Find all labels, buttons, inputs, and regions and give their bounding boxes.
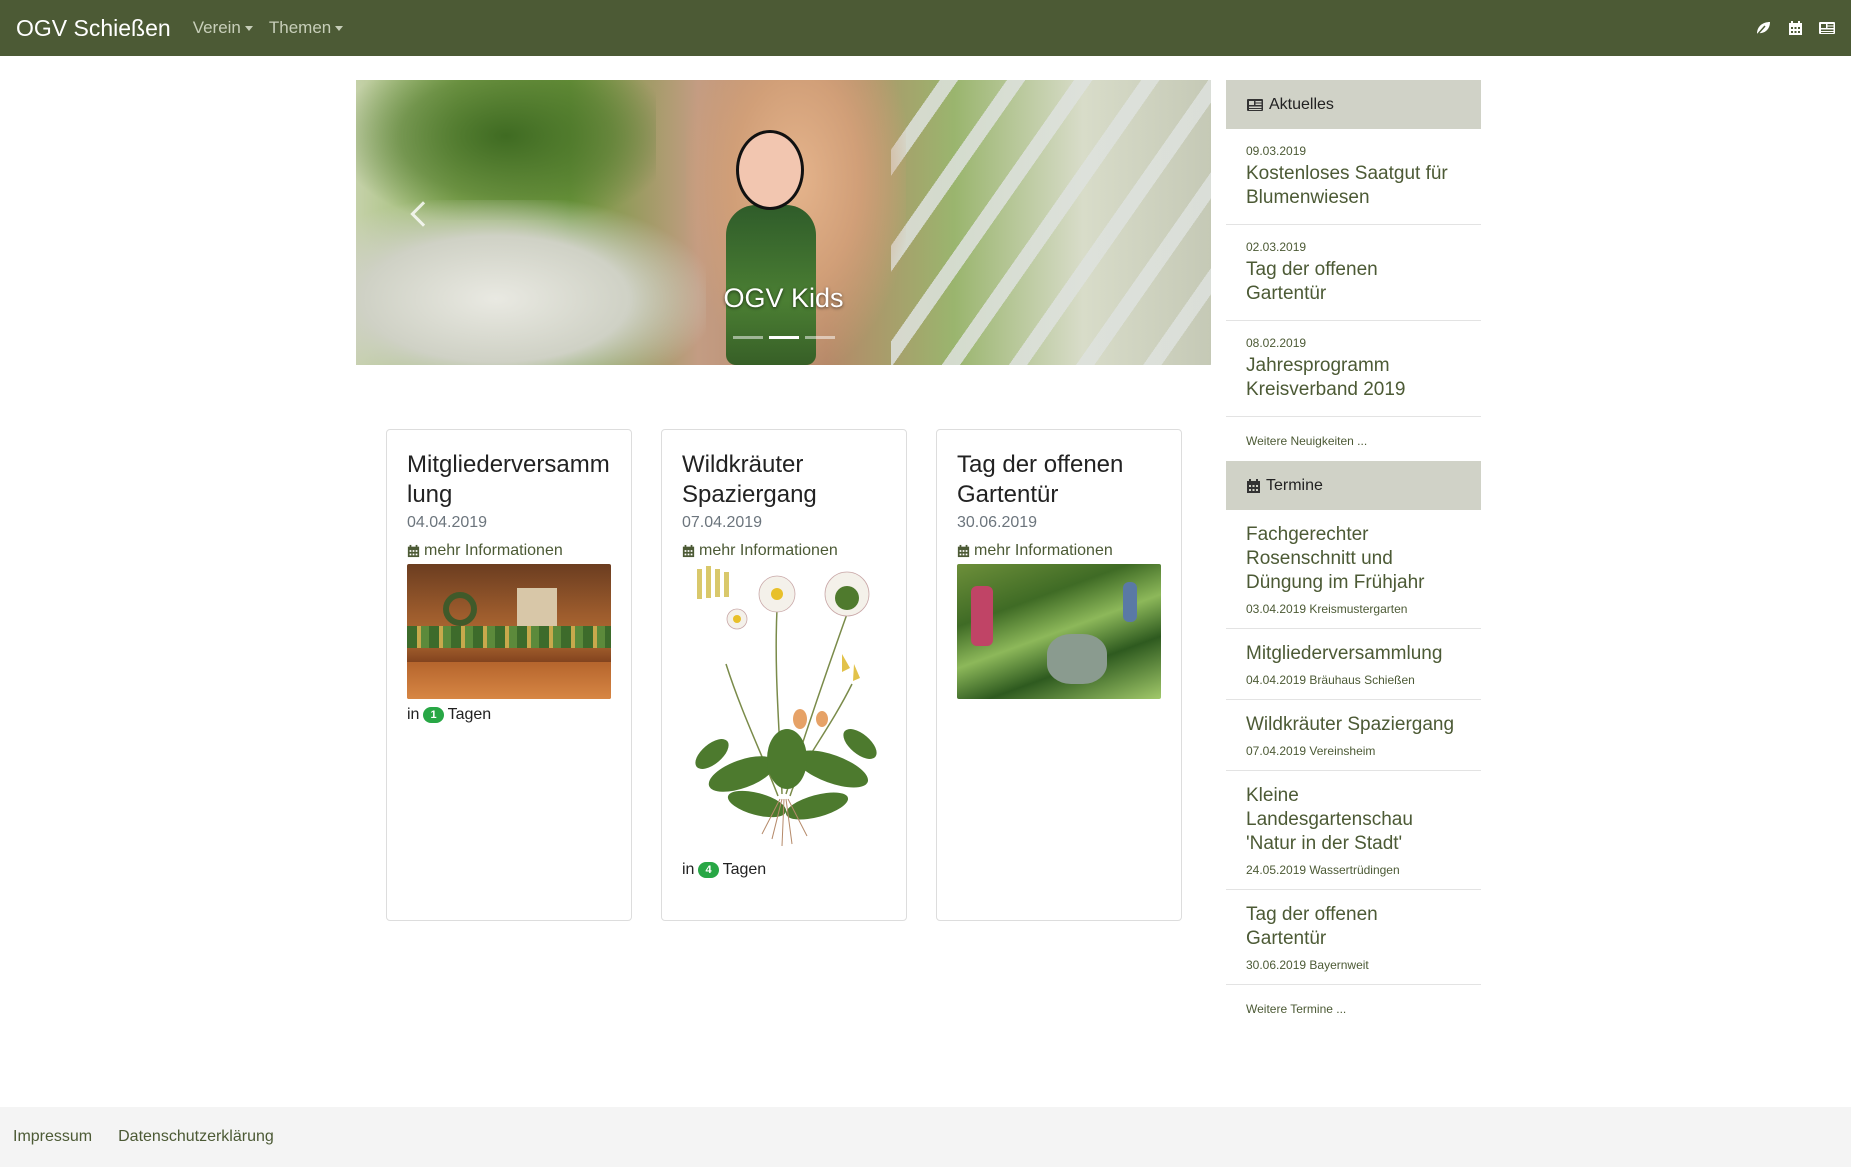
event-item[interactable]: Wildkräuter Spaziergang 07.04.2019 Verei… (1226, 700, 1481, 771)
news-date: 02.03.2019 (1246, 240, 1307, 254)
nav-menu: Verein Themen (193, 18, 360, 38)
news-heading-label: Aktuelles (1269, 95, 1334, 113)
more-info-link[interactable]: mehr Informationen (957, 542, 1161, 560)
carousel-image-foliage (356, 80, 656, 220)
event-item[interactable]: Fachgerechter Rosenschnitt und Düngung i… (1226, 510, 1481, 629)
event-card: Mitgliederversammlung 04.04.2019 mehr In… (386, 429, 632, 921)
calendar-icon (1247, 478, 1260, 493)
carousel-image-doll-head (736, 130, 804, 210)
calendar-icon (957, 544, 970, 558)
nav-dropdown-themen[interactable]: Themen (268, 18, 344, 38)
card-date: 30.06.2019 (957, 514, 1038, 531)
nav-dropdown-label: Verein (192, 18, 241, 37)
more-info-link[interactable]: mehr Informationen (407, 542, 611, 560)
days-prefix: in (682, 861, 695, 878)
pond-shape (1047, 634, 1107, 684)
event-title: Kleine Landesgartenschau 'Natur in der S… (1246, 785, 1413, 854)
days-remaining: in 4 Tagen (682, 861, 886, 879)
carousel-indicator-active[interactable] (768, 336, 799, 339)
calendar-icon[interactable] (1779, 20, 1811, 36)
card-title: Mitgliederversammlung (407, 451, 610, 508)
newspaper-icon (1247, 98, 1263, 111)
nav-dropdown-verein[interactable]: Verein (193, 18, 253, 38)
leaf-icon[interactable] (1747, 20, 1779, 36)
news-title: Tag der offenen Gartentür (1246, 259, 1378, 304)
event-title: Fachgerechter Rosenschnitt und Düngung i… (1246, 524, 1425, 593)
calendar-icon (682, 544, 695, 558)
nav-icon-group (1747, 0, 1843, 56)
more-info-link[interactable]: mehr Informationen (682, 542, 886, 560)
events-heading: Termine (1226, 461, 1481, 510)
news-title: Kostenloses Saatgut für Blumenwiesen (1246, 163, 1448, 208)
card-image-hall[interactable] (407, 564, 611, 699)
news-item[interactable]: 09.03.2019 Kostenloses Saatgut für Blume… (1226, 129, 1481, 225)
event-card: Tag der offenen Gartentür 30.06.2019 meh… (936, 429, 1182, 921)
event-meta: 07.04.2019 Vereinsheim (1246, 744, 1376, 758)
carousel-indicators (356, 336, 1211, 339)
card-image-daisy-illustration[interactable] (682, 564, 886, 854)
days-remaining: in 1 Tagen (407, 706, 611, 724)
person-shape (971, 586, 993, 646)
carousel-caption: OGV Kids (723, 283, 844, 313)
brand-link[interactable]: OGV Schießen (16, 15, 171, 42)
days-badge: 4 (698, 862, 719, 878)
card-title: Tag der offenen Gartentür (957, 451, 1124, 508)
hero-carousel[interactable]: OGV Kids (356, 80, 1211, 365)
carousel-indicator[interactable] (732, 336, 763, 339)
more-info-label: mehr Informationen (974, 542, 1113, 559)
news-title: Jahresprogramm Kreisverband 2019 (1246, 355, 1406, 400)
more-news-link[interactable]: Weitere Neuigkeiten ... (1226, 417, 1481, 461)
footer: Impressum Datenschutzerklärung (0, 1107, 1851, 1167)
event-item[interactable]: Kleine Landesgartenschau 'Natur in der S… (1226, 771, 1481, 890)
more-info-label: mehr Informationen (424, 542, 563, 559)
more-info-label: mehr Informationen (699, 542, 838, 559)
carousel-image-slide (891, 80, 1211, 365)
card-date: 04.04.2019 (407, 514, 488, 531)
event-item[interactable]: Tag der offenen Gartentür 30.06.2019 Bay… (1226, 890, 1481, 985)
days-prefix: in (407, 706, 420, 723)
event-card: Wildkräuter Spaziergang 07.04.2019 mehr … (661, 429, 907, 921)
nav-dropdown-label: Themen (268, 18, 332, 37)
news-item[interactable]: 08.02.2019 Jahresprogramm Kreisverband 2… (1226, 321, 1481, 417)
days-suffix: Tagen (722, 861, 767, 878)
impressum-link[interactable]: Impressum (13, 1128, 92, 1146)
carousel-indicator[interactable] (804, 336, 835, 339)
newspaper-icon[interactable] (1811, 21, 1843, 35)
wreath-shape (443, 592, 477, 626)
days-badge: 1 (423, 707, 444, 723)
sidebar: Aktuelles 09.03.2019 Kostenloses Saatgut… (1226, 80, 1481, 1016)
person-shape (1123, 582, 1137, 622)
more-events-link[interactable]: Weitere Termine ... (1226, 985, 1481, 1016)
event-title: Tag der offenen Gartentür (1246, 904, 1378, 949)
card-image-garden[interactable] (957, 564, 1161, 699)
calendar-icon (407, 544, 420, 558)
event-meta: 03.04.2019 Kreismustergarten (1246, 602, 1408, 616)
news-item[interactable]: 02.03.2019 Tag der offenen Gartentür (1226, 225, 1481, 321)
event-meta: 24.05.2019 Wassertrüdingen (1246, 863, 1400, 877)
news-date: 08.02.2019 (1246, 336, 1307, 350)
privacy-link[interactable]: Datenschutzerklärung (118, 1128, 274, 1146)
event-meta: 04.04.2019 Bräuhaus Schießen (1246, 673, 1415, 687)
card-date: 07.04.2019 (682, 514, 763, 531)
days-suffix: Tagen (447, 706, 492, 723)
event-title: Wildkräuter Spaziergang (1246, 714, 1455, 735)
caret-down-icon (335, 25, 344, 31)
navbar: OGV Schießen Verein Themen (0, 0, 1851, 56)
event-title: Mitgliederversammlung (1246, 643, 1443, 664)
floor-shape (407, 662, 611, 699)
event-meta: 30.06.2019 Bayernweit (1246, 958, 1369, 972)
news-date: 09.03.2019 (1246, 144, 1307, 158)
news-heading: Aktuelles (1226, 80, 1481, 129)
card-title: Wildkräuter Spaziergang (682, 451, 817, 508)
events-heading-label: Termine (1266, 476, 1323, 494)
plants-shape (407, 626, 611, 648)
caret-down-icon (244, 25, 253, 31)
event-item[interactable]: Mitgliederversammlung 04.04.2019 Bräuhau… (1226, 629, 1481, 700)
